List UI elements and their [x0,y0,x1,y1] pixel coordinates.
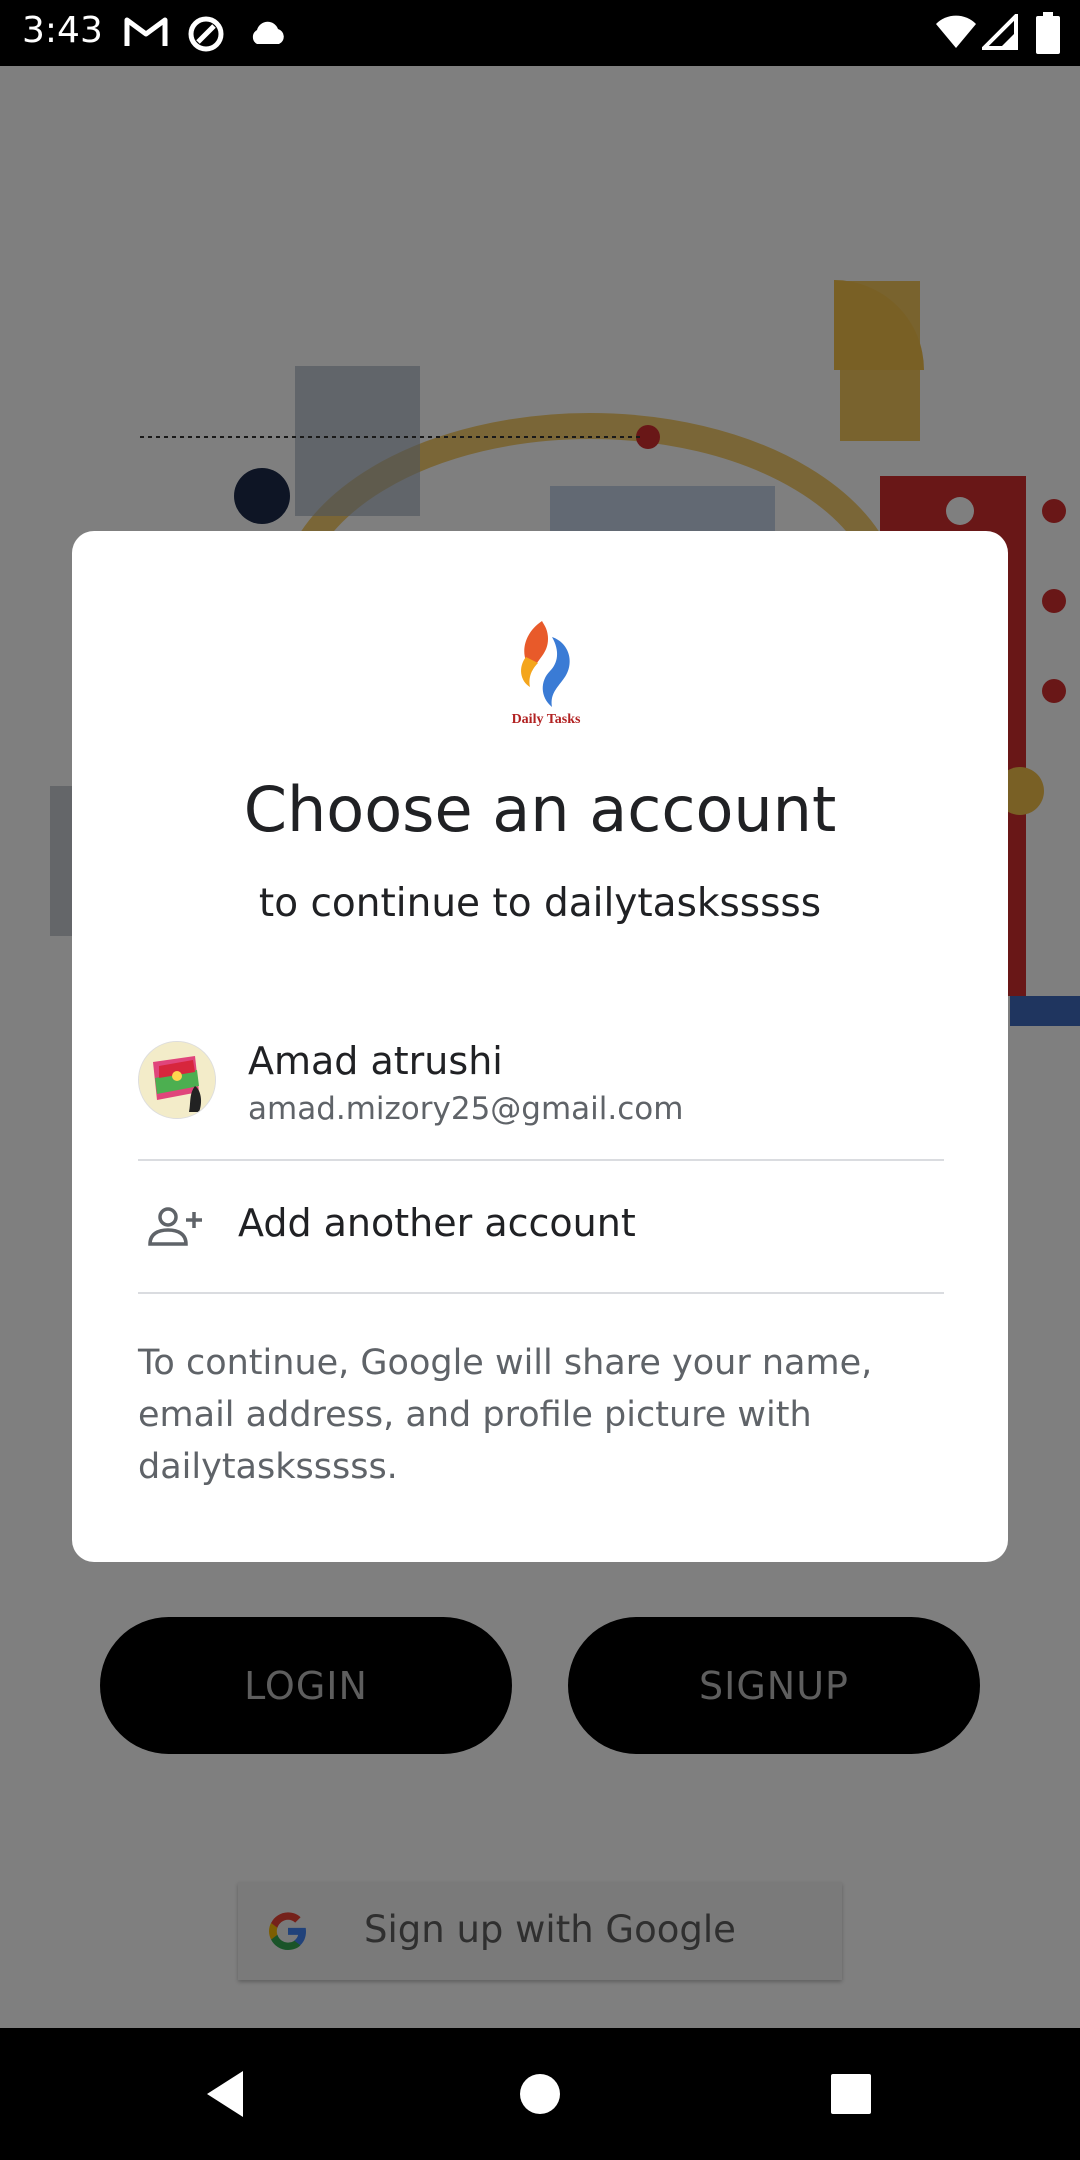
avatar [138,1041,216,1119]
divider [138,1292,944,1294]
avatar-image [139,1042,215,1118]
home-button[interactable] [465,2028,615,2160]
cloud-icon [252,21,284,44]
home-icon [520,2074,560,2114]
app-logo-text: Daily Tasks [512,712,581,727]
account-name: Amad atrushi [248,1039,503,1083]
wifi-icon [936,15,976,48]
account-item[interactable]: Amad atrushi amad.mizory25@gmail.com [138,1031,944,1151]
add-another-account-label: Add another account [238,1201,636,1245]
account-email: amad.mizory25@gmail.com [248,1091,684,1127]
app-logo: Daily Tasks [512,621,581,727]
add-another-account-button[interactable]: Add another account [138,1161,944,1291]
battery-icon [1036,12,1060,54]
status-bar: 3:43 [0,0,1080,66]
gmail-icon [124,17,168,46]
recents-icon [831,2074,871,2114]
back-icon [207,2071,243,2117]
signal-icon [982,14,1018,50]
account-chooser-dialog: Daily Tasks Choose an account to continu… [72,531,1008,1562]
status-time: 3:43 [22,10,103,51]
sync-icon [188,16,224,52]
recents-button[interactable] [776,2028,926,2160]
disclaimer-text: To continue, Google will share your name… [138,1343,873,1487]
dialog-subtitle: to continue to dailytasksssss [258,881,822,926]
person-add-icon [148,1207,202,1246]
dialog-title: Choose an account [243,773,837,846]
back-button[interactable] [150,2028,300,2160]
navigation-bar [0,2028,1080,2160]
